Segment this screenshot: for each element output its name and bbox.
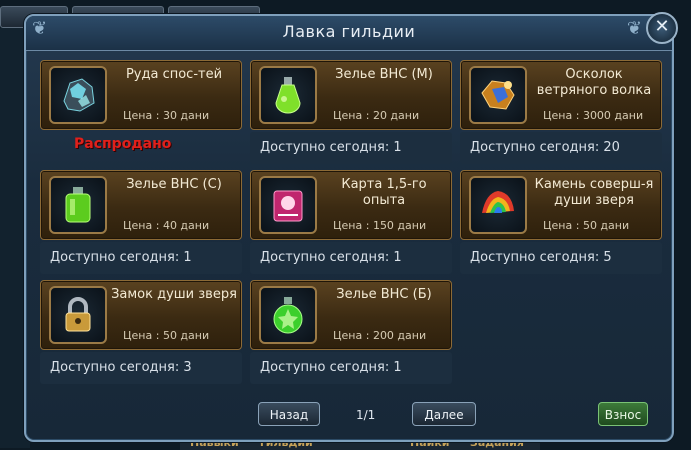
wind-wolf-shard-icon [469, 66, 527, 124]
item-price: Цена : 50 дани [123, 329, 210, 342]
sold-out-label: Распродано [74, 136, 172, 152]
potion-b-icon [259, 286, 317, 344]
item-price: Цена : 30 дани [123, 109, 210, 122]
item-card[interactable]: Зелье ВНС (С) Цена : 40 дани [40, 170, 242, 240]
close-button[interactable]: ✕ [646, 12, 678, 44]
item-name: Зелье ВНС (М) [335, 67, 433, 82]
item-price: Цена : 200 дани [333, 329, 427, 342]
available-today: Доступно сегодня: 3 [40, 352, 242, 384]
item-card[interactable]: Осколок ветряного волка Цена : 3000 дани [460, 60, 662, 130]
prev-page-button[interactable]: Назад [258, 402, 320, 426]
potion-s-icon [49, 176, 107, 234]
item-name: Зелье ВНС (Б) [336, 287, 432, 302]
item-price: Цена : 3000 дани [543, 109, 644, 122]
item-card[interactable]: Зелье ВНС (Б) Цена : 200 дани [250, 280, 452, 350]
exp-card-icon [259, 176, 317, 234]
available-today: Доступно сегодня: 1 [40, 242, 242, 274]
guild-shop-window: ❦ Лавка гильдии ❦ ✕ Руда спос-тей Цена :… [24, 12, 678, 442]
shop-item[interactable]: Руда спос-тей Цена : 30 дани [40, 60, 242, 130]
item-price: Цена : 40 дани [123, 219, 210, 232]
item-card[interactable]: Руда спос-тей Цена : 30 дани [40, 60, 242, 130]
page-indicator: 1/1 [356, 408, 376, 422]
shop-item[interactable]: Зелье ВНС (С) Цена : 40 дани Доступно се… [40, 170, 242, 274]
item-price: Цена : 50 дани [543, 219, 630, 232]
item-name: Карта 1,5-го опыта [341, 177, 427, 208]
item-name: Осколок ветряного волка [536, 67, 652, 98]
item-name: Камень соверш-я души зверя [534, 177, 654, 208]
shop-item[interactable]: Карта 1,5-го опыта Цена : 150 дани Досту… [250, 170, 452, 274]
item-name: Руда спос-тей [125, 67, 223, 82]
window-title: Лавка гильдии [282, 22, 416, 41]
item-price: Цена : 150 дани [333, 219, 427, 232]
available-today: Доступно сегодня: 1 [250, 132, 452, 164]
item-card[interactable]: Карта 1,5-го опыта Цена : 150 дани [250, 170, 452, 240]
item-card[interactable]: Камень соверш-я души зверя Цена : 50 дан… [460, 170, 662, 240]
next-page-button[interactable]: Далее [412, 402, 476, 426]
potion-m-icon [259, 66, 317, 124]
item-card[interactable]: Зелье ВНС (М) Цена : 20 дани [250, 60, 452, 130]
item-name: Зелье ВНС (С) [126, 177, 222, 192]
item-price: Цена : 20 дани [333, 109, 420, 122]
window-titlebar: ❦ Лавка гильдии ❦ [26, 16, 672, 51]
available-today: Доступно сегодня: 1 [250, 352, 452, 384]
shop-item[interactable]: Камень соверш-я души зверя Цена : 50 дан… [460, 170, 662, 274]
available-today: Доступно сегодня: 1 [250, 242, 452, 274]
ore-crystal-icon [49, 66, 107, 124]
shop-item[interactable]: Зелье ВНС (М) Цена : 20 дани Доступно се… [250, 60, 452, 164]
item-name: Замок души зверя [111, 287, 237, 302]
ornament-right-icon: ❦ [626, 18, 642, 39]
shop-item[interactable]: Зелье ВНС (Б) Цена : 200 дани Доступно с… [250, 280, 452, 384]
shop-item[interactable]: Осколок ветряного волка Цена : 3000 дани… [460, 60, 662, 164]
beast-soul-stone-icon [469, 176, 527, 234]
available-today: Доступно сегодня: 20 [460, 132, 662, 164]
available-today: Доступно сегодня: 5 [460, 242, 662, 274]
contribute-button[interactable]: Взнос [598, 402, 648, 426]
item-card[interactable]: Замок души зверя Цена : 50 дани [40, 280, 242, 350]
beast-soul-lock-icon [49, 286, 107, 344]
shop-item[interactable]: Замок души зверя Цена : 50 дани Доступно… [40, 280, 242, 384]
